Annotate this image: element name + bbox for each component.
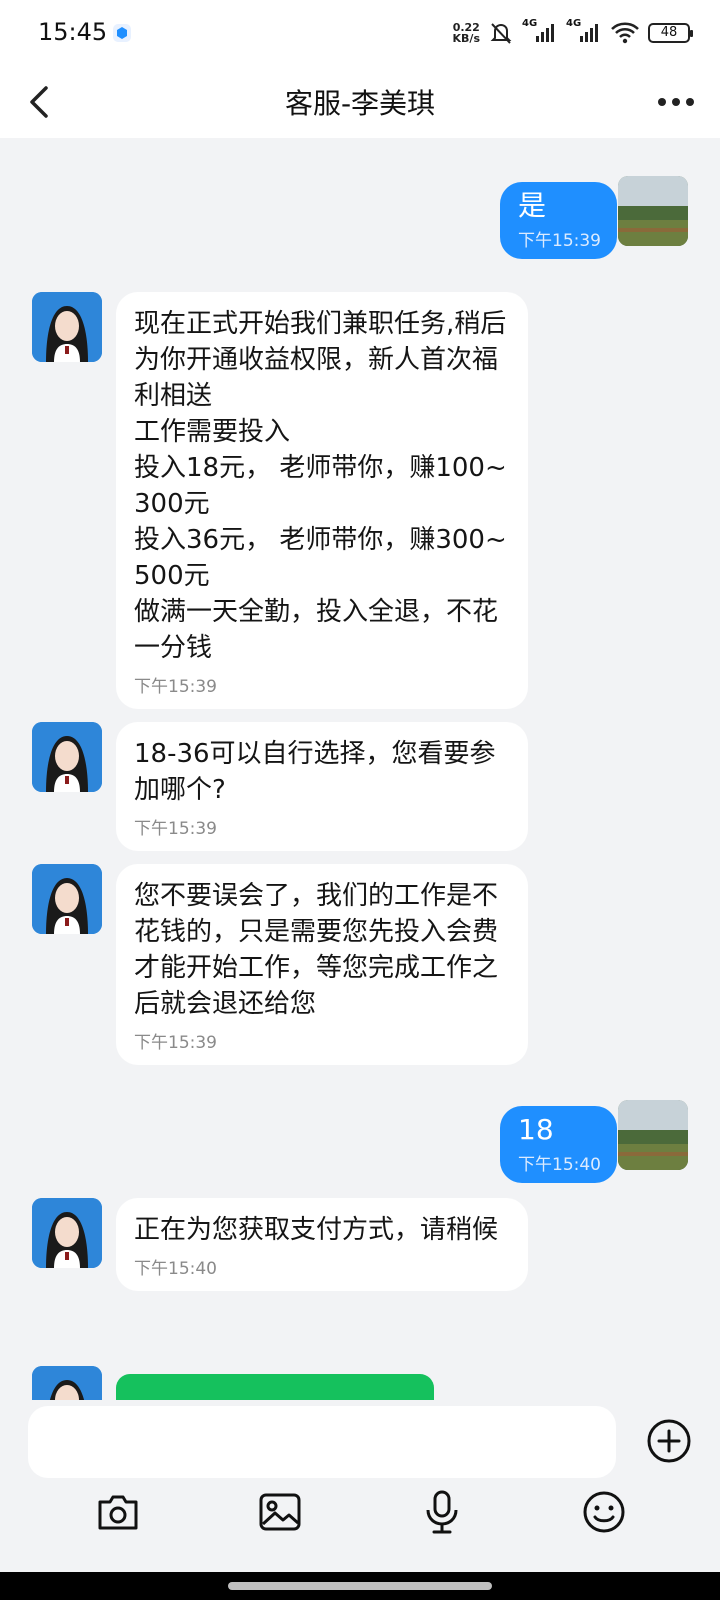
net-speed: 0.22 KB/s [452, 21, 480, 45]
status-time: 15:45 [38, 18, 108, 46]
status-bar: 15:45 0.22 KB/s 4G 4G 48 [0, 0, 720, 66]
agent-avatar[interactable] [32, 1366, 102, 1400]
app-notification-icon [113, 24, 131, 42]
message-text: 18 [518, 1113, 554, 1146]
message-time: 下午15:40 [134, 1259, 217, 1279]
user-message-bubble[interactable]: 18 下午15:40 [500, 1106, 617, 1183]
message-input[interactable] [28, 1406, 616, 1478]
input-bar [0, 1400, 720, 1600]
battery-indicator: 48 [648, 23, 693, 43]
emoji-icon[interactable] [580, 1488, 628, 1536]
microphone-icon[interactable] [418, 1488, 466, 1536]
signal-1-icon: 4G [522, 18, 558, 46]
agent-avatar[interactable] [32, 292, 102, 362]
more-icon[interactable] [656, 92, 696, 112]
message-time: 下午15:39 [134, 819, 217, 839]
home-indicator-bar[interactable] [228, 1582, 492, 1590]
agent-message-bubble[interactable]: 您不要误会了，我们的工作是不花钱的，只是需要您先投入会费才能开始工作，等您完成工… [116, 864, 528, 1065]
message-text: 正在为您获取支付方式，请稍候 [134, 1215, 499, 1245]
plus-icon[interactable] [646, 1418, 692, 1464]
message-time: 下午15:39 [518, 231, 601, 251]
system-nav-area [0, 1572, 720, 1600]
image-icon[interactable] [256, 1488, 304, 1536]
message-time: 下午15:40 [518, 1155, 601, 1175]
message-list[interactable]: 是 下午15:39 现在正式开始我们兼职任务,稍后为你开通收益权限，新人首次福利… [0, 138, 720, 1400]
message-text: 您不要误会了，我们的工作是不花钱的，只是需要您先投入会费才能开始工作，等您完成工… [134, 881, 499, 1019]
payment-card[interactable] [116, 1374, 434, 1400]
agent-avatar[interactable] [32, 1198, 102, 1268]
camera-icon[interactable] [94, 1488, 142, 1536]
message-time: 下午15:39 [134, 677, 217, 697]
chat-title: 客服-李美琪 [284, 87, 436, 120]
agent-avatar[interactable] [32, 722, 102, 792]
mute-bell-icon [490, 23, 512, 44]
message-text: 现在正式开始我们兼职任务,稍后为你开通收益权限，新人首次福利相送 工作需要投入 … [134, 309, 507, 663]
message-text: 是 [518, 189, 547, 222]
agent-avatar[interactable] [32, 864, 102, 934]
message-text: 18-36可以自行选择，您看要参加哪个? [134, 739, 496, 805]
agent-message-bubble[interactable]: 18-36可以自行选择，您看要参加哪个? 下午15:39 [116, 722, 528, 851]
user-avatar[interactable] [618, 1100, 688, 1170]
user-message-bubble[interactable]: 是 下午15:39 [500, 182, 617, 259]
user-avatar[interactable] [618, 176, 688, 246]
signal-2-icon: 4G [566, 18, 602, 46]
agent-message-bubble[interactable]: 现在正式开始我们兼职任务,稍后为你开通收益权限，新人首次福利相送 工作需要投入 … [116, 292, 528, 709]
agent-message-bubble[interactable]: 正在为您获取支付方式，请稍候 下午15:40 [116, 1198, 528, 1291]
message-time: 下午15:39 [134, 1033, 217, 1053]
wifi-icon [611, 22, 639, 44]
chat-header: 客服-李美琪 [0, 66, 720, 138]
status-icons: 0.22 KB/s 4G 4G 48 [452, 18, 693, 48]
